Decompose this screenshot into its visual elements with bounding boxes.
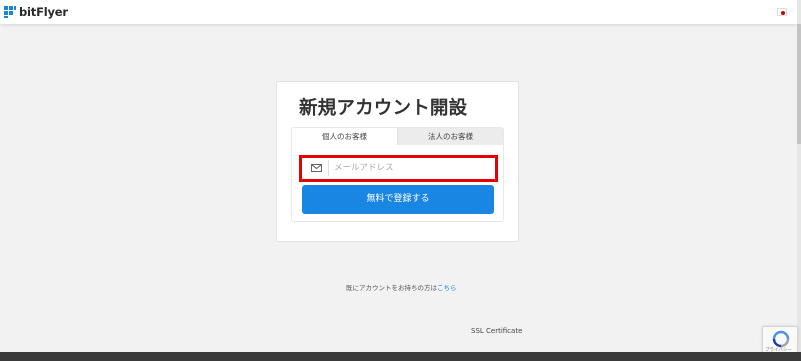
- login-prompt: 既にアカウントをお持ちの方はこちら: [346, 282, 457, 292]
- customer-type-tabs: 個人のお客様 法人のお客様: [292, 128, 503, 145]
- mail-icon: [309, 161, 323, 174]
- input-divider: [328, 160, 329, 176]
- page-title: 新規アカウント開設: [299, 98, 468, 119]
- tab-individual[interactable]: 個人のお客様: [292, 128, 398, 145]
- recaptcha-icon: [772, 330, 790, 348]
- page-footer: [0, 352, 801, 361]
- login-prompt-text: 既にアカウントをお持ちの方は: [346, 284, 437, 292]
- tab-corporate[interactable]: 法人のお客様: [398, 128, 503, 145]
- brand-logo[interactable]: bitFlyer: [4, 5, 68, 19]
- email-field-container: [299, 155, 498, 182]
- signup-card: 新規アカウント開設 個人のお客様 法人のお客様 無料で登録する: [276, 81, 519, 242]
- scrollbar[interactable]: [797, 0, 801, 352]
- signup-panel: 個人のお客様 法人のお客様 無料で登録する: [291, 127, 504, 222]
- bitflyer-logo-icon: [4, 6, 16, 18]
- top-header: bitFlyer: [0, 0, 797, 24]
- register-free-button[interactable]: 無料で登録する: [302, 185, 494, 214]
- japan-flag-icon[interactable]: [777, 8, 787, 16]
- recaptcha-badge[interactable]: プライバシー: [762, 326, 798, 353]
- email-input[interactable]: [334, 160, 484, 176]
- login-link[interactable]: こちら: [437, 284, 457, 292]
- brand-name: bitFlyer: [19, 5, 68, 19]
- ssl-certificate-label[interactable]: SSL Certificate: [471, 327, 522, 335]
- scrollbar-thumb[interactable]: [797, 24, 801, 144]
